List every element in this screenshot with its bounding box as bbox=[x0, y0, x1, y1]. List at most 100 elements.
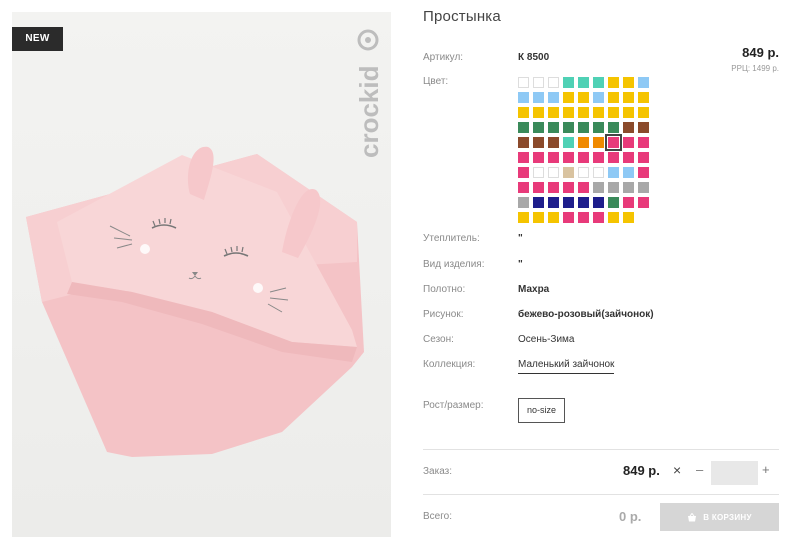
color-swatch[interactable] bbox=[518, 182, 529, 193]
color-swatch[interactable] bbox=[518, 92, 529, 103]
color-swatch[interactable] bbox=[638, 107, 649, 118]
color-swatch[interactable] bbox=[578, 92, 589, 103]
color-swatch[interactable] bbox=[608, 167, 619, 178]
color-swatch[interactable] bbox=[518, 107, 529, 118]
color-swatch[interactable] bbox=[533, 107, 544, 118]
color-swatch[interactable] bbox=[638, 167, 649, 178]
color-swatch[interactable] bbox=[548, 107, 559, 118]
color-swatch[interactable] bbox=[608, 107, 619, 118]
color-swatch[interactable] bbox=[533, 197, 544, 208]
color-swatch[interactable] bbox=[638, 92, 649, 103]
quantity-input[interactable] bbox=[711, 461, 758, 485]
color-swatch[interactable] bbox=[518, 167, 529, 178]
color-swatch[interactable] bbox=[593, 167, 604, 178]
color-swatch[interactable] bbox=[533, 77, 544, 88]
color-swatch[interactable] bbox=[638, 122, 649, 133]
color-swatch[interactable] bbox=[593, 92, 604, 103]
color-swatch[interactable] bbox=[593, 212, 604, 223]
color-swatch[interactable] bbox=[548, 197, 559, 208]
color-swatch[interactable] bbox=[623, 92, 634, 103]
color-swatch[interactable] bbox=[623, 107, 634, 118]
color-swatch[interactable] bbox=[548, 167, 559, 178]
color-swatch[interactable] bbox=[533, 137, 544, 148]
color-swatch[interactable] bbox=[578, 122, 589, 133]
color-swatch[interactable] bbox=[608, 77, 619, 88]
color-swatch[interactable] bbox=[563, 77, 574, 88]
color-swatch[interactable] bbox=[593, 197, 604, 208]
color-swatch[interactable] bbox=[608, 122, 619, 133]
quantity-increase-button[interactable]: + bbox=[762, 462, 770, 477]
basket-icon bbox=[688, 512, 697, 521]
color-swatch[interactable] bbox=[578, 197, 589, 208]
color-swatch[interactable] bbox=[533, 92, 544, 103]
color-swatch[interactable] bbox=[608, 182, 619, 193]
color-swatch[interactable] bbox=[548, 122, 559, 133]
color-swatch[interactable] bbox=[563, 92, 574, 103]
color-swatch[interactable] bbox=[623, 122, 634, 133]
collection-link[interactable]: Маленький зайчонок bbox=[518, 359, 615, 374]
color-swatch[interactable] bbox=[608, 92, 619, 103]
color-swatch[interactable] bbox=[638, 77, 649, 88]
color-swatch[interactable] bbox=[593, 122, 604, 133]
color-swatch[interactable] bbox=[548, 152, 559, 163]
color-swatch[interactable] bbox=[623, 152, 634, 163]
color-swatch[interactable] bbox=[518, 122, 529, 133]
color-swatch[interactable] bbox=[533, 122, 544, 133]
color-swatch[interactable] bbox=[548, 92, 559, 103]
color-swatch[interactable] bbox=[563, 197, 574, 208]
color-swatch[interactable] bbox=[623, 197, 634, 208]
color-swatch[interactable] bbox=[533, 152, 544, 163]
color-swatch[interactable] bbox=[518, 137, 529, 148]
color-swatch[interactable] bbox=[533, 167, 544, 178]
color-swatch[interactable] bbox=[563, 152, 574, 163]
color-swatch[interactable] bbox=[578, 107, 589, 118]
color-swatch[interactable] bbox=[578, 137, 589, 148]
color-swatch[interactable] bbox=[578, 167, 589, 178]
color-swatch[interactable] bbox=[518, 152, 529, 163]
size-option-button[interactable]: no-size bbox=[518, 398, 565, 423]
color-swatch[interactable] bbox=[623, 137, 634, 148]
color-swatch[interactable] bbox=[578, 212, 589, 223]
color-swatch[interactable] bbox=[563, 182, 574, 193]
color-swatch[interactable] bbox=[593, 107, 604, 118]
color-swatch[interactable] bbox=[563, 107, 574, 118]
quantity-decrease-button[interactable]: – bbox=[696, 462, 703, 477]
color-swatch[interactable] bbox=[518, 212, 529, 223]
color-swatch[interactable] bbox=[623, 167, 634, 178]
color-swatch[interactable] bbox=[548, 212, 559, 223]
color-swatch[interactable] bbox=[563, 137, 574, 148]
color-swatch[interactable] bbox=[608, 197, 619, 208]
color-swatch[interactable] bbox=[578, 152, 589, 163]
color-swatch[interactable] bbox=[608, 152, 619, 163]
remove-item-icon[interactable]: × bbox=[673, 462, 681, 478]
color-swatch[interactable] bbox=[533, 182, 544, 193]
color-swatch[interactable] bbox=[578, 77, 589, 88]
color-swatch[interactable] bbox=[638, 182, 649, 193]
color-swatch[interactable] bbox=[563, 122, 574, 133]
color-swatch[interactable] bbox=[638, 197, 649, 208]
color-swatch[interactable] bbox=[533, 212, 544, 223]
add-to-cart-button[interactable]: В КОРЗИНУ bbox=[660, 503, 779, 531]
color-swatch[interactable] bbox=[593, 137, 604, 148]
color-swatch[interactable] bbox=[623, 182, 634, 193]
color-swatch[interactable] bbox=[518, 77, 529, 88]
color-swatch[interactable] bbox=[518, 197, 529, 208]
fabric-value: Махра bbox=[518, 284, 550, 295]
color-swatch[interactable] bbox=[578, 182, 589, 193]
color-swatch[interactable] bbox=[608, 212, 619, 223]
color-swatch[interactable] bbox=[563, 167, 574, 178]
color-swatch[interactable] bbox=[623, 212, 634, 223]
color-swatch[interactable] bbox=[638, 137, 649, 148]
color-swatch[interactable] bbox=[563, 212, 574, 223]
color-swatch[interactable] bbox=[593, 182, 604, 193]
color-swatch[interactable] bbox=[593, 77, 604, 88]
color-swatch[interactable] bbox=[593, 152, 604, 163]
color-swatch[interactable] bbox=[548, 182, 559, 193]
color-swatch[interactable] bbox=[548, 137, 559, 148]
color-swatch[interactable] bbox=[623, 77, 634, 88]
color-swatch[interactable] bbox=[605, 134, 622, 151]
product-image[interactable]: NEW crockid bbox=[12, 12, 391, 537]
color-swatch[interactable] bbox=[548, 77, 559, 88]
color-swatch[interactable] bbox=[638, 152, 649, 163]
total-divider bbox=[423, 494, 779, 495]
